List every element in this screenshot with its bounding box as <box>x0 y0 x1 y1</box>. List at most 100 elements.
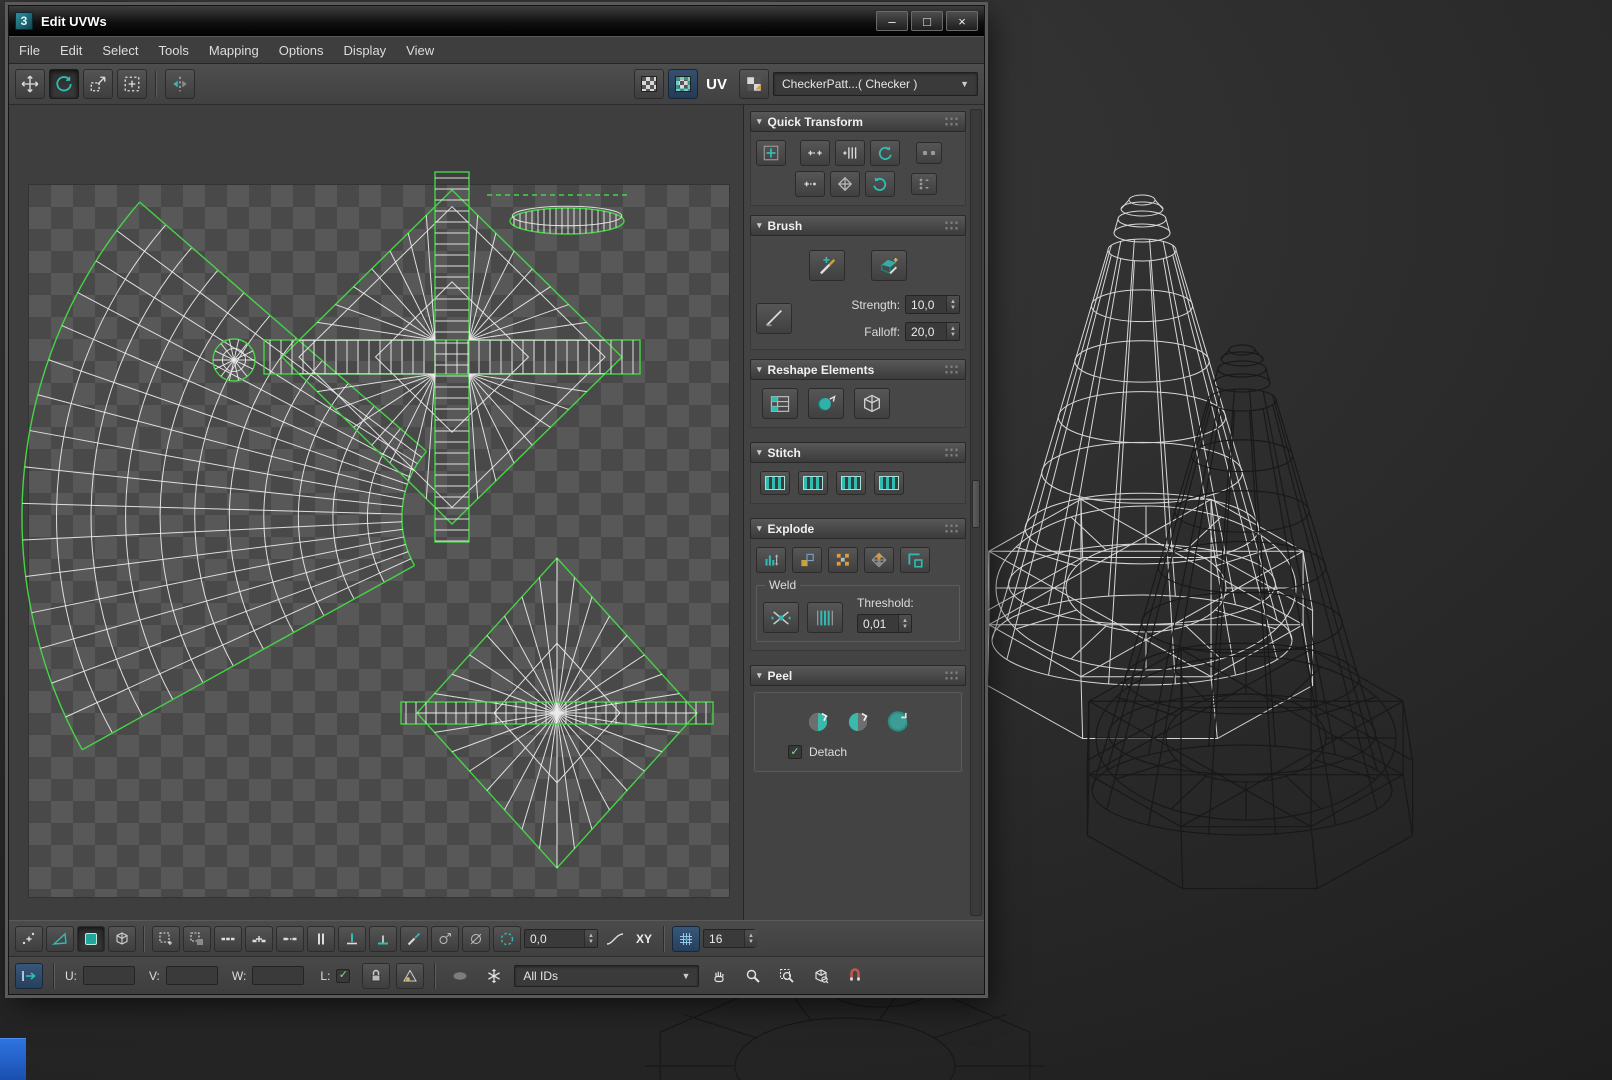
element-mode-button[interactable] <box>108 925 136 952</box>
align-horizontal-button[interactable] <box>800 140 830 166</box>
edge-ring-plus-button[interactable] <box>245 925 273 952</box>
grow-edge-loop-button[interactable] <box>214 925 242 952</box>
move-tool-button[interactable] <box>15 69 45 99</box>
zoom-region-button[interactable] <box>773 963 801 989</box>
weld-selected-button[interactable] <box>763 602 799 633</box>
rotate-cw-button[interactable] <box>865 171 895 197</box>
ignore-backfacing-button[interactable] <box>462 925 490 952</box>
stitch-custom-button[interactable] <box>760 471 790 495</box>
v-field[interactable] <box>165 966 218 985</box>
explode-to-faces-button[interactable] <box>900 547 930 573</box>
weld-all-button[interactable] <box>807 602 843 633</box>
snap-toggle-button[interactable] <box>841 963 869 989</box>
menu-select[interactable]: Select <box>102 43 138 58</box>
uv-editor-canvas[interactable] <box>9 105 744 920</box>
panel-scrollbar[interactable] <box>970 109 982 916</box>
grip-dots-icon[interactable] <box>944 364 959 375</box>
falloff-space-label[interactable]: XY <box>636 932 652 946</box>
vertex-mode-button[interactable] <box>15 925 43 952</box>
menu-tools[interactable]: Tools <box>159 43 189 58</box>
freeze-selected-button[interactable] <box>480 963 508 989</box>
falloff-value[interactable]: 20,0 <box>906 323 946 340</box>
align-pivot-button[interactable] <box>756 140 786 166</box>
zoom-extents-button[interactable] <box>807 963 835 989</box>
parallel-edges-button[interactable] <box>307 925 335 952</box>
paint-move-brush-button[interactable] <box>809 250 845 281</box>
move-snap-button[interactable] <box>795 171 825 197</box>
mirror-tool-button[interactable] <box>165 69 195 99</box>
edge-mode-button[interactable] <box>46 925 74 952</box>
grip-dots-icon[interactable] <box>944 523 959 534</box>
close-button[interactable]: × <box>946 11 978 31</box>
spinner-arrows-icon[interactable]: ▲ ▼ <box>946 323 959 340</box>
soft-selection-button[interactable] <box>493 925 521 952</box>
falloff-curve-button[interactable] <box>601 926 629 952</box>
scrollbar-thumb[interactable] <box>972 480 980 529</box>
rotate-tool-button[interactable] <box>49 69 79 99</box>
select-overlap-button[interactable] <box>183 925 211 952</box>
texture-dropdown[interactable]: CheckerPatt...( Checker ) ▼ <box>773 72 978 96</box>
w-field[interactable] <box>252 966 305 985</box>
space-vertical-button[interactable] <box>911 173 937 195</box>
scale-tool-button[interactable] <box>83 69 113 99</box>
strength-spinner[interactable]: 10,0 ▲ ▼ <box>905 295 960 314</box>
taskbar-corner[interactable] <box>0 1038 26 1080</box>
filter-selected-faces-button[interactable] <box>396 962 425 989</box>
straighten-selection-button[interactable] <box>762 388 798 419</box>
hide-selected-button[interactable] <box>446 963 474 989</box>
relax-until-flat-button[interactable] <box>808 388 844 419</box>
pack-elements-button[interactable] <box>830 171 860 197</box>
grip-dots-icon[interactable] <box>944 447 959 458</box>
falloff-spinner[interactable]: 20,0 ▲ ▼ <box>905 322 960 341</box>
polygon-mode-button[interactable] <box>77 925 105 952</box>
lock-selection-button[interactable] <box>362 962 391 989</box>
stitch-to-average-button[interactable] <box>874 471 904 495</box>
relax-brush-button[interactable] <box>871 250 907 281</box>
quick-peel-button[interactable] <box>805 709 831 735</box>
detach-checkbox[interactable]: ✓ <box>788 745 802 759</box>
select-element-button[interactable] <box>152 925 180 952</box>
grid-size-value[interactable]: 16 <box>704 930 744 947</box>
menu-mapping[interactable]: Mapping <box>209 43 259 58</box>
strength-value[interactable]: 10,0 <box>906 296 946 313</box>
peel-reset-button[interactable] <box>885 709 911 735</box>
minimize-button[interactable]: – <box>876 11 908 31</box>
show-map-button[interactable] <box>668 69 699 99</box>
texture-options-button[interactable] <box>739 69 769 99</box>
paint-select-button[interactable] <box>400 925 428 952</box>
snap-grid-button[interactable] <box>672 925 701 952</box>
absolute-offset-toggle[interactable] <box>15 962 43 989</box>
uv-wireframes[interactable] <box>9 105 743 920</box>
rollout-header-reshape[interactable]: ▾ Reshape Elements <box>750 359 966 380</box>
menu-file[interactable]: File <box>19 43 40 58</box>
threshold-value[interactable]: 0,01 <box>858 615 898 632</box>
all-ids-dropdown[interactable]: All IDs ▼ <box>514 964 700 987</box>
align-to-edge-vertical-button[interactable] <box>338 925 366 952</box>
soft-selection-value[interactable]: 0,0 <box>525 930 584 947</box>
lock-aspect-checkbox[interactable]: ✓ <box>336 968 351 983</box>
align-to-edge-horizontal-button[interactable] <box>369 925 397 952</box>
spinner-arrows-icon[interactable]: ▲ ▼ <box>946 296 959 313</box>
peel-mode-button[interactable] <box>845 709 871 735</box>
rotate-ccw-button[interactable] <box>870 140 900 166</box>
rollout-header-brush[interactable]: ▾ Brush <box>750 215 966 236</box>
stitch-to-target-button[interactable] <box>798 471 828 495</box>
maximize-button[interactable]: □ <box>911 11 943 31</box>
menu-options[interactable]: Options <box>279 43 324 58</box>
relax-element-button[interactable] <box>854 388 890 419</box>
rollout-header-explode[interactable]: ▾ Explode <box>750 518 966 539</box>
zoom-button[interactable] <box>739 963 767 989</box>
u-field[interactable] <box>83 966 135 985</box>
edge-ring-minus-button[interactable] <box>276 925 304 952</box>
spinner-arrows-icon[interactable]: ▲ ▼ <box>584 930 597 947</box>
grip-dots-icon[interactable] <box>944 670 959 681</box>
grip-dots-icon[interactable] <box>944 220 959 231</box>
select-by-poly-button[interactable] <box>431 925 459 952</box>
rollout-header-peel[interactable]: ▾ Peel <box>750 665 966 686</box>
titlebar[interactable]: 3 Edit UVWs – □ × <box>9 6 984 36</box>
menu-edit[interactable]: Edit <box>60 43 82 58</box>
brush-falloff-button[interactable] <box>756 302 792 334</box>
freeform-mode-button[interactable] <box>117 69 147 99</box>
rollout-header-quick-transform[interactable]: ▾ Quick Transform <box>750 111 966 132</box>
stitch-to-source-button[interactable] <box>836 471 866 495</box>
